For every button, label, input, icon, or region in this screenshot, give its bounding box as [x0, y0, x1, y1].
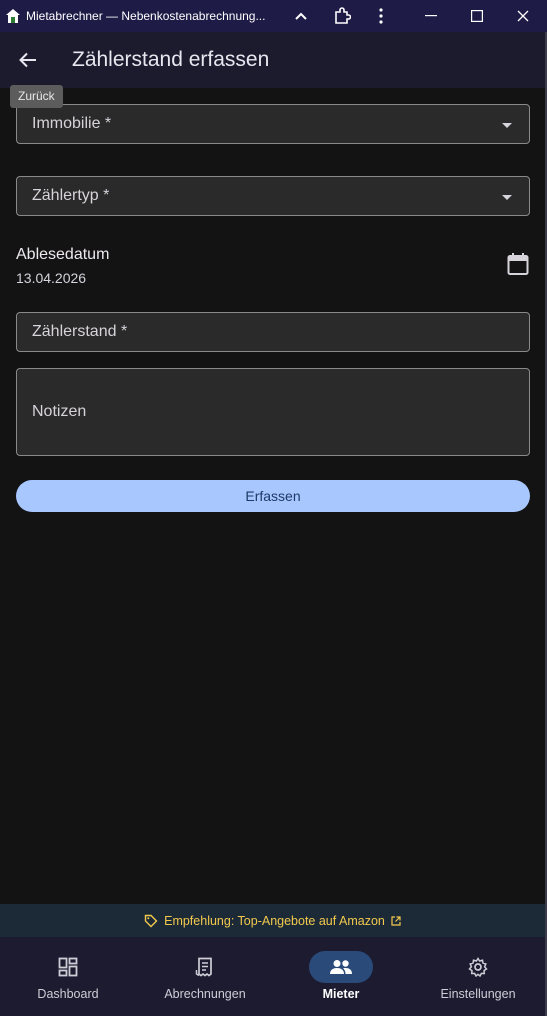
- maximize-button[interactable]: [455, 0, 499, 32]
- app-window: Mietabrechner — Nebenkostenabrechnung...…: [0, 0, 547, 1016]
- nav-label-mieter: Mieter: [322, 987, 360, 1001]
- gear-icon: [468, 957, 488, 977]
- nav-item-einstellungen[interactable]: Einstellungen: [410, 937, 546, 1016]
- promo-banner[interactable]: Empfehlung: Top-Angebote auf Amazon: [0, 904, 545, 937]
- page-title: Zählerstand erfassen: [72, 48, 270, 71]
- notes-textarea[interactable]: Notizen: [16, 368, 530, 456]
- close-icon: [517, 10, 529, 22]
- minimize-icon: [425, 15, 437, 17]
- bottom-navigation: Dashboard Abrechnungen Mieter Einstellun…: [0, 937, 545, 1016]
- submit-button[interactable]: Erfassen: [16, 480, 530, 512]
- dropdown-arrow-icon: [502, 123, 512, 128]
- dropdown-arrow-icon: [502, 195, 512, 200]
- nav-pill-active: [309, 951, 373, 983]
- meter-reading-input[interactable]: Zählerstand *: [16, 312, 530, 352]
- close-button[interactable]: [501, 0, 545, 32]
- meter-type-dropdown-label: Zählertyp *: [32, 187, 110, 204]
- nav-label-einstellungen: Einstellungen: [440, 987, 516, 1001]
- reading-date-label: Ablesedatum: [16, 246, 110, 263]
- back-tooltip: Zurück: [10, 85, 63, 108]
- collapse-button[interactable]: [279, 0, 323, 32]
- window-titlebar: Mietabrechner — Nebenkostenabrechnung...: [0, 0, 547, 32]
- property-dropdown[interactable]: Immobilie *: [16, 104, 530, 144]
- notes-label: Notizen: [32, 403, 87, 420]
- tag-icon: [144, 914, 158, 927]
- home-app-icon: [6, 9, 20, 23]
- chevron-up-icon: [295, 12, 307, 20]
- maximize-icon: [471, 10, 483, 22]
- property-dropdown-label: Immobilie *: [32, 115, 112, 132]
- nav-item-abrechnungen[interactable]: Abrechnungen: [137, 937, 273, 1016]
- people-icon: [330, 960, 352, 974]
- nav-item-dashboard[interactable]: Dashboard: [0, 937, 136, 1016]
- nav-pill: [446, 951, 510, 983]
- back-button[interactable]: [12, 44, 44, 76]
- window-title: Mietabrechner — Nebenkostenabrechnung...: [26, 9, 266, 23]
- more-vert-icon: [379, 8, 383, 24]
- nav-item-mieter[interactable]: Mieter: [273, 937, 409, 1016]
- dashboard-icon: [58, 957, 78, 977]
- date-picker-button[interactable]: [504, 250, 532, 278]
- nav-label-abrechnungen: Abrechnungen: [164, 987, 246, 1001]
- receipt-icon: [195, 957, 212, 977]
- puzzle-icon: [335, 7, 351, 24]
- calendar-icon: [507, 253, 529, 275]
- meter-reading-label: Zählerstand *: [32, 323, 128, 340]
- nav-label-dashboard: Dashboard: [37, 987, 99, 1001]
- more-menu-button[interactable]: [359, 0, 403, 32]
- promo-text: Empfehlung: Top-Angebote auf Amazon: [164, 913, 385, 928]
- app-bar: Zählerstand erfassen: [0, 32, 547, 88]
- arrow-back-icon: [19, 52, 36, 68]
- extensions-button[interactable]: [320, 0, 364, 32]
- meter-type-dropdown[interactable]: Zählertyp *: [16, 176, 530, 216]
- minimize-button[interactable]: [409, 0, 453, 32]
- nav-pill: [36, 951, 100, 983]
- nav-pill: [173, 951, 237, 983]
- reading-date-value: 13.04.2026: [16, 270, 87, 286]
- external-link-icon: [391, 915, 401, 926]
